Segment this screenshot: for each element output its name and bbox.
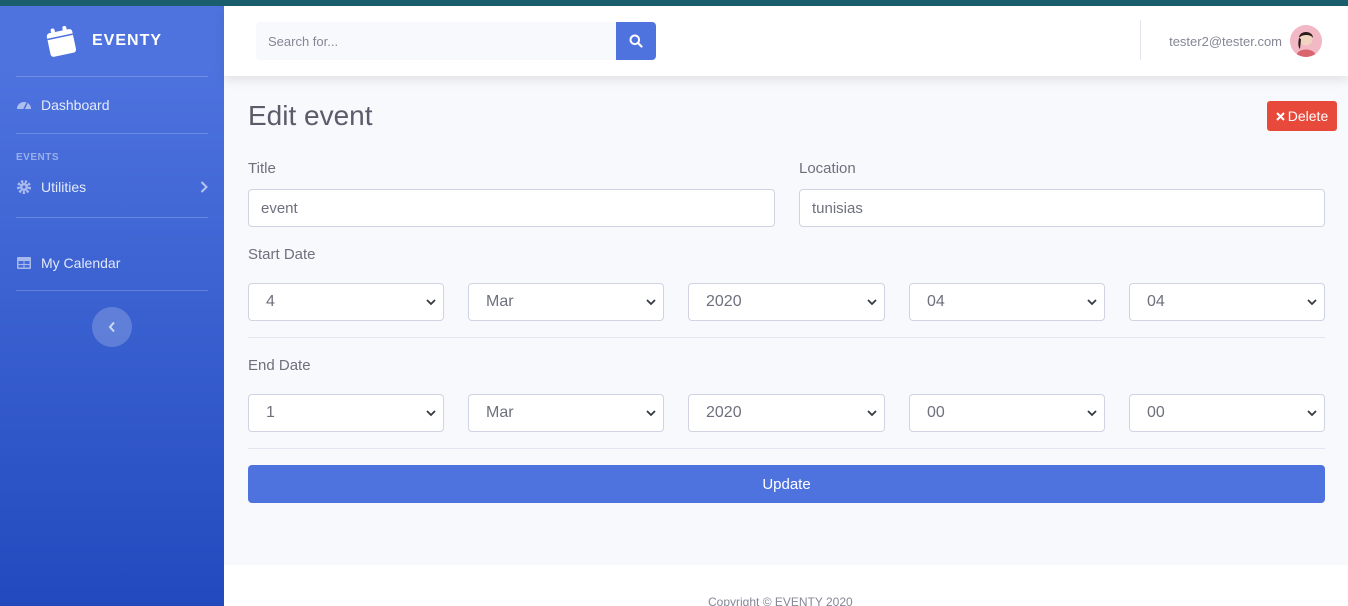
copyright-text: Copyright © EVENTY 2020: [708, 595, 853, 606]
chevron-left-icon: [108, 321, 115, 333]
start-day-select[interactable]: 4: [248, 283, 444, 321]
avatar-image: [1290, 25, 1322, 57]
sidebar-item-utilities[interactable]: Utilities: [0, 163, 224, 211]
title-field[interactable]: event: [248, 189, 775, 227]
user-email: tester2@tester.com: [1169, 33, 1282, 49]
calendar-icon: [46, 26, 77, 57]
footer: Copyright © EVENTY 2020: [224, 565, 1348, 606]
select-value: Mar: [486, 293, 514, 310]
end-day-select[interactable]: 1: [248, 394, 444, 432]
title-label: Title: [248, 160, 276, 177]
select-value: Mar: [486, 404, 514, 421]
sidebar-item-dashboard[interactable]: Dashboard: [0, 77, 224, 133]
search-icon: [629, 34, 643, 48]
select-value: 4: [266, 293, 275, 310]
chevron-down-icon: [1087, 299, 1097, 306]
select-value: 04: [1147, 293, 1165, 310]
end-minute-select[interactable]: 00: [1129, 394, 1325, 432]
section-divider: [248, 337, 1325, 338]
select-value: 1: [266, 404, 275, 421]
end-hour-select[interactable]: 00: [909, 394, 1105, 432]
update-button[interactable]: Update: [248, 465, 1325, 503]
user-dropdown[interactable]: tester2@tester.com: [1169, 25, 1322, 57]
start-hour-select[interactable]: 04: [909, 283, 1105, 321]
search-bar: [256, 22, 656, 60]
location-label: Location: [799, 160, 856, 177]
chevron-down-icon: [1307, 299, 1317, 306]
close-icon: [1276, 111, 1285, 121]
chevron-down-icon: [1087, 410, 1097, 417]
select-value: 2020: [706, 293, 742, 310]
topbar-divider: [1140, 20, 1141, 60]
location-value: tunisias: [812, 199, 863, 217]
table-icon: [17, 257, 31, 269]
tachometer-icon: [17, 102, 31, 110]
chevron-down-icon: [867, 410, 877, 417]
start-minute-select[interactable]: 04: [1129, 283, 1325, 321]
search-button[interactable]: [616, 22, 656, 60]
start-month-select[interactable]: Mar: [468, 283, 664, 321]
chevron-down-icon: [646, 410, 656, 417]
sidebar-heading: EVENTS: [16, 152, 60, 163]
brand[interactable]: EVENTY: [0, 6, 224, 76]
start-date-label: Start Date: [248, 246, 316, 263]
delete-button[interactable]: Delete: [1267, 101, 1337, 131]
select-value: 04: [927, 293, 945, 310]
page-title: Edit event: [248, 100, 373, 131]
avatar: [1290, 25, 1322, 57]
sidebar-item-my-calendar[interactable]: My Calendar: [0, 218, 224, 290]
gear-icon: [17, 180, 31, 194]
end-date-label: End Date: [248, 357, 311, 374]
section-divider: [248, 448, 1325, 449]
brand-name: EVENTY: [92, 32, 163, 49]
sidebar-divider: [16, 290, 208, 291]
update-label: Update: [762, 475, 811, 493]
chevron-right-icon: [200, 181, 208, 193]
select-value: 00: [1147, 404, 1165, 421]
search-input[interactable]: [256, 22, 616, 60]
end-year-select[interactable]: 2020: [688, 394, 885, 432]
sidebar-toggle-button[interactable]: [92, 307, 132, 347]
sidebar-item-label: Dashboard: [41, 97, 110, 113]
select-value: 2020: [706, 404, 742, 421]
delete-label: Delete: [1287, 108, 1329, 124]
chevron-down-icon: [867, 299, 877, 306]
sidebar: EVENTY Dashboard EVENTS Utilities My Cal…: [0, 6, 224, 606]
chevron-down-icon: [426, 410, 436, 417]
end-month-select[interactable]: Mar: [468, 394, 664, 432]
sidebar-item-label: My Calendar: [41, 255, 121, 271]
location-field[interactable]: tunisias: [799, 189, 1325, 227]
sidebar-item-label: Utilities: [41, 179, 87, 195]
chevron-down-icon: [646, 299, 656, 306]
topbar: tester2@tester.com: [224, 6, 1348, 76]
start-year-select[interactable]: 2020: [688, 283, 885, 321]
chevron-down-icon: [1307, 410, 1317, 417]
select-value: 00: [927, 404, 945, 421]
chevron-down-icon: [426, 299, 436, 306]
title-value: event: [261, 199, 298, 217]
